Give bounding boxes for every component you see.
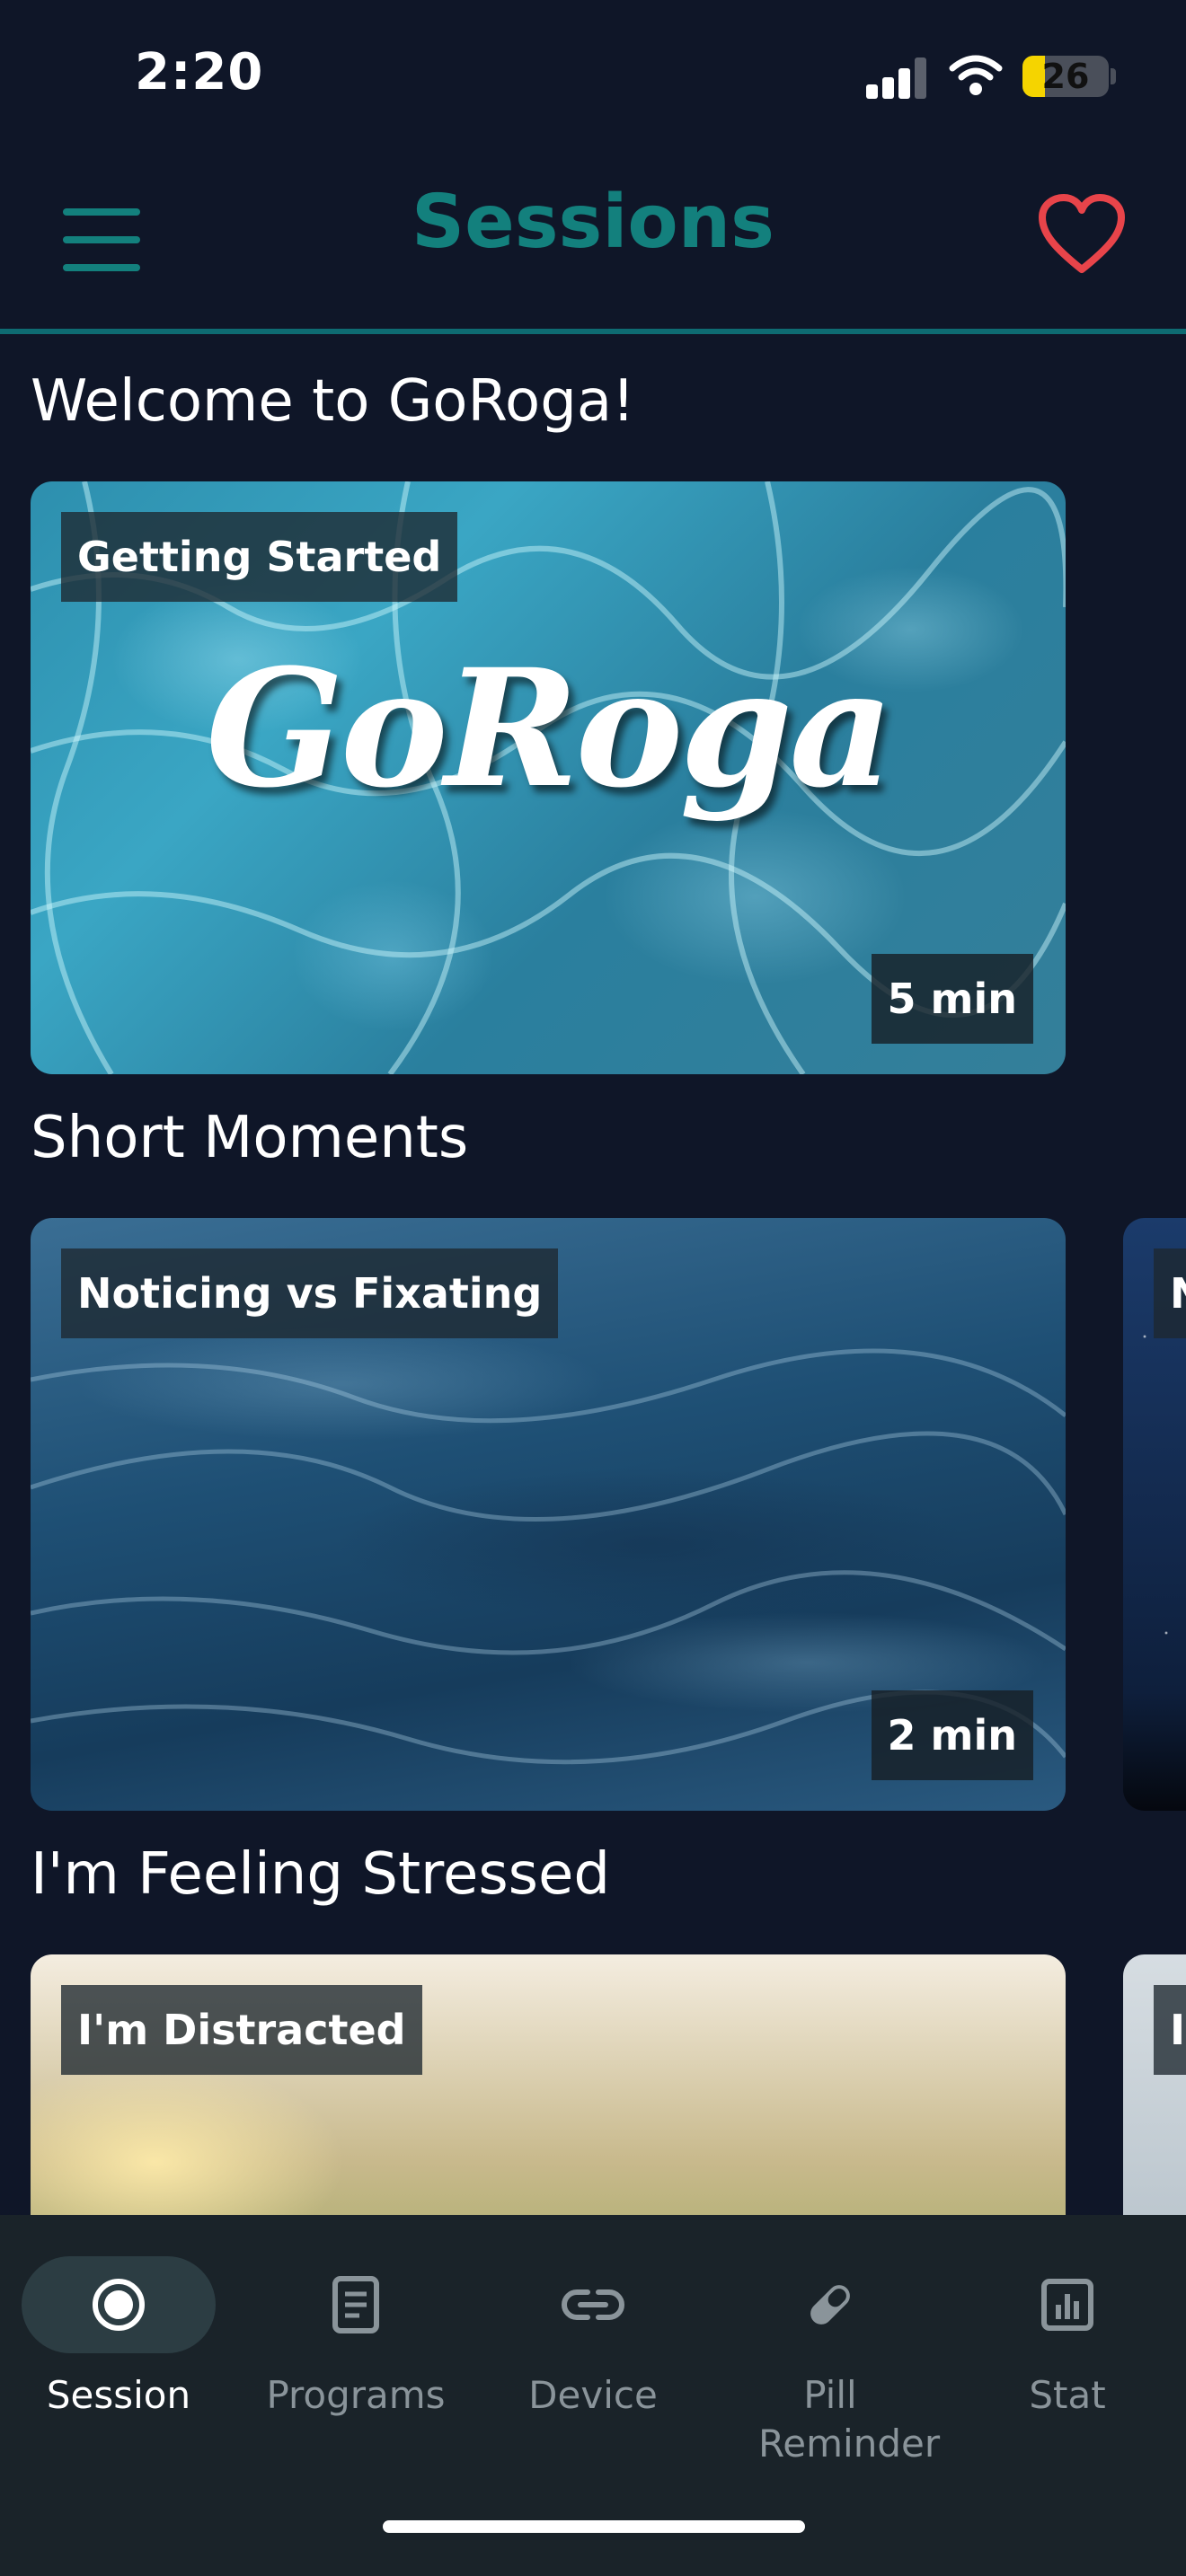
section-title-short-moments: Short Moments [31, 1105, 469, 1171]
section-title-feeling-stressed: I'm Feeling Stressed [31, 1841, 610, 1908]
card-tag: I [1154, 1985, 1186, 2075]
cellular-signal-icon [866, 56, 927, 99]
session-card-peek-starry[interactable]: N [1123, 1218, 1186, 1811]
battery-level: 26 [1041, 57, 1090, 96]
card-duration: 5 min [871, 954, 1033, 1044]
status-bar: 2:20 26 [0, 0, 1186, 153]
document-icon [259, 2256, 453, 2353]
wifi-icon [949, 55, 1003, 95]
header-divider [0, 329, 1186, 334]
page-title: Sessions [412, 180, 774, 265]
battery-icon: 26 [1022, 56, 1109, 97]
nav-tab-pill-reminder[interactable]: Pill Reminder [712, 2256, 949, 2472]
nav-label: Programs [266, 2373, 446, 2417]
card-tag: N [1154, 1248, 1186, 1338]
pill-icon [733, 2256, 927, 2353]
nav-label: Stat [1029, 2373, 1106, 2417]
nav-tab-session[interactable]: Session [0, 2256, 237, 2472]
nav-tab-stat[interactable]: Stat [949, 2256, 1186, 2472]
card-duration: 2 min [871, 1690, 1033, 1780]
status-time: 2:20 [135, 43, 264, 101]
session-card-noticing-vs-fixating[interactable]: Noticing vs Fixating 2 min [31, 1218, 1066, 1811]
nav-tab-device[interactable]: Device [474, 2256, 712, 2472]
link-icon [496, 2256, 690, 2353]
section-title-welcome: Welcome to GoRoga! [31, 368, 635, 435]
card-tag: I'm Distracted [61, 1985, 422, 2075]
card-tag: Noticing vs Fixating [61, 1248, 559, 1338]
session-record-icon [22, 2256, 216, 2353]
nav-label: Pill Reminder [758, 2373, 941, 2466]
battery-tip [1111, 68, 1116, 84]
bar-chart-icon [970, 2256, 1164, 2353]
card-tag: Getting Started [61, 512, 458, 602]
session-card-getting-started[interactable]: GoRoga Getting Started 5 min [31, 481, 1066, 1074]
home-indicator[interactable] [383, 2520, 805, 2533]
nav-label: Device [528, 2373, 658, 2417]
nav-label: Session [46, 2373, 191, 2417]
nav-tab-programs[interactable]: Programs [237, 2256, 474, 2472]
goroga-logo: GoRoga [206, 634, 894, 824]
heart-icon[interactable] [1037, 192, 1127, 278]
app-header: Sessions [0, 153, 1186, 332]
